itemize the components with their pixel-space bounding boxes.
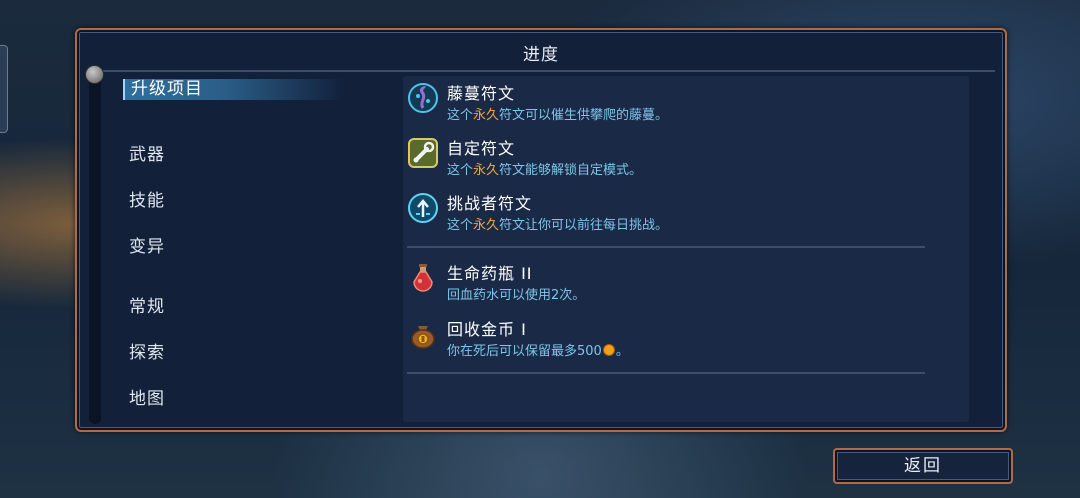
- rune-name: 自定符文: [447, 139, 516, 158]
- list-item[interactable]: 生命药瓶 II 回血药水可以使用2次。: [407, 260, 947, 304]
- section-divider: [407, 372, 925, 374]
- desc-text: 符文可以催生供攀爬的藤蔓。: [499, 108, 669, 123]
- nav-item-general[interactable]: 常规: [129, 292, 165, 317]
- rune-description: 这个永久符文能够解锁自定模式。: [447, 159, 642, 178]
- gold-bag-icon: [411, 326, 435, 349]
- upgrade-list: 藤蔓符文 这个永久符文可以催生供攀爬的藤蔓。 自定符文 这个永久符文能够解锁自定…: [403, 76, 969, 422]
- list-item[interactable]: 藤蔓符文 这个永久符文可以催生供攀爬的藤蔓。: [407, 80, 947, 124]
- wrench-rune-icon: [408, 138, 438, 168]
- page-title: 进度: [523, 45, 559, 65]
- nav-item-exploration[interactable]: 探索: [129, 338, 165, 363]
- nav-item-skills[interactable]: 技能: [129, 186, 165, 211]
- health-flask-icon: [413, 264, 433, 292]
- desc-text: 这个: [447, 163, 474, 178]
- nav-item-map[interactable]: 地图: [129, 384, 165, 409]
- progress-panel: 进度 升级项目 武器 技能 变异 常规 探索 地图 藤蔓符文 这个永久符文可以催…: [75, 28, 1007, 432]
- rune-name: 挑战者符文: [447, 194, 533, 213]
- upgrade-description: 回血药水可以使用2次。: [447, 288, 586, 303]
- permanent-keyword: 永久: [473, 218, 500, 233]
- desc-text: 你在死后可以保留最多500: [447, 344, 602, 359]
- nav-item-weapons[interactable]: 武器: [129, 140, 165, 165]
- desc-text: 这个: [447, 108, 474, 123]
- rune-description: 这个永久符文可以催生供攀爬的藤蔓。: [447, 104, 668, 123]
- permanent-keyword: 永久: [473, 108, 500, 123]
- section-divider: [407, 246, 925, 248]
- list-item[interactable]: 回收金币 I 你在死后可以保留最多500 。: [407, 316, 947, 360]
- title-divider: [97, 70, 995, 72]
- desc-text: 符文能够解锁自定模式。: [499, 163, 643, 178]
- desc-text: 这个: [447, 218, 474, 233]
- rune-name: 藤蔓符文: [447, 84, 516, 103]
- scrollbar-knob[interactable]: [85, 65, 104, 84]
- permanent-keyword: 永久: [473, 163, 500, 178]
- list-item[interactable]: 自定符文 这个永久符文能够解锁自定模式。: [407, 135, 947, 179]
- scrollbar-track[interactable]: [89, 78, 101, 424]
- rune-description: 这个永久符文让你可以前往每日挑战。: [447, 214, 668, 233]
- gold-coin-icon: [602, 344, 615, 356]
- desc-text: 符文让你可以前往每日挑战。: [499, 218, 669, 233]
- side-handle[interactable]: [0, 45, 8, 133]
- desc-text: 。: [615, 344, 629, 359]
- vine-rune-icon: [408, 83, 438, 113]
- nav-item-mutations[interactable]: 变异: [129, 232, 165, 257]
- upgrade-name: 回收金币 I: [447, 320, 527, 339]
- upgrade-description: 你在死后可以保留最多500 。: [447, 340, 629, 359]
- back-button[interactable]: 返回: [833, 448, 1013, 484]
- list-item[interactable]: 挑战者符文 这个永久符文让你可以前往每日挑战。: [407, 190, 947, 234]
- upgrade-name: 生命药瓶 II: [447, 264, 533, 283]
- challenger-rune-icon: [408, 193, 438, 223]
- nav-item-upgrades[interactable]: 升级项目: [123, 79, 345, 100]
